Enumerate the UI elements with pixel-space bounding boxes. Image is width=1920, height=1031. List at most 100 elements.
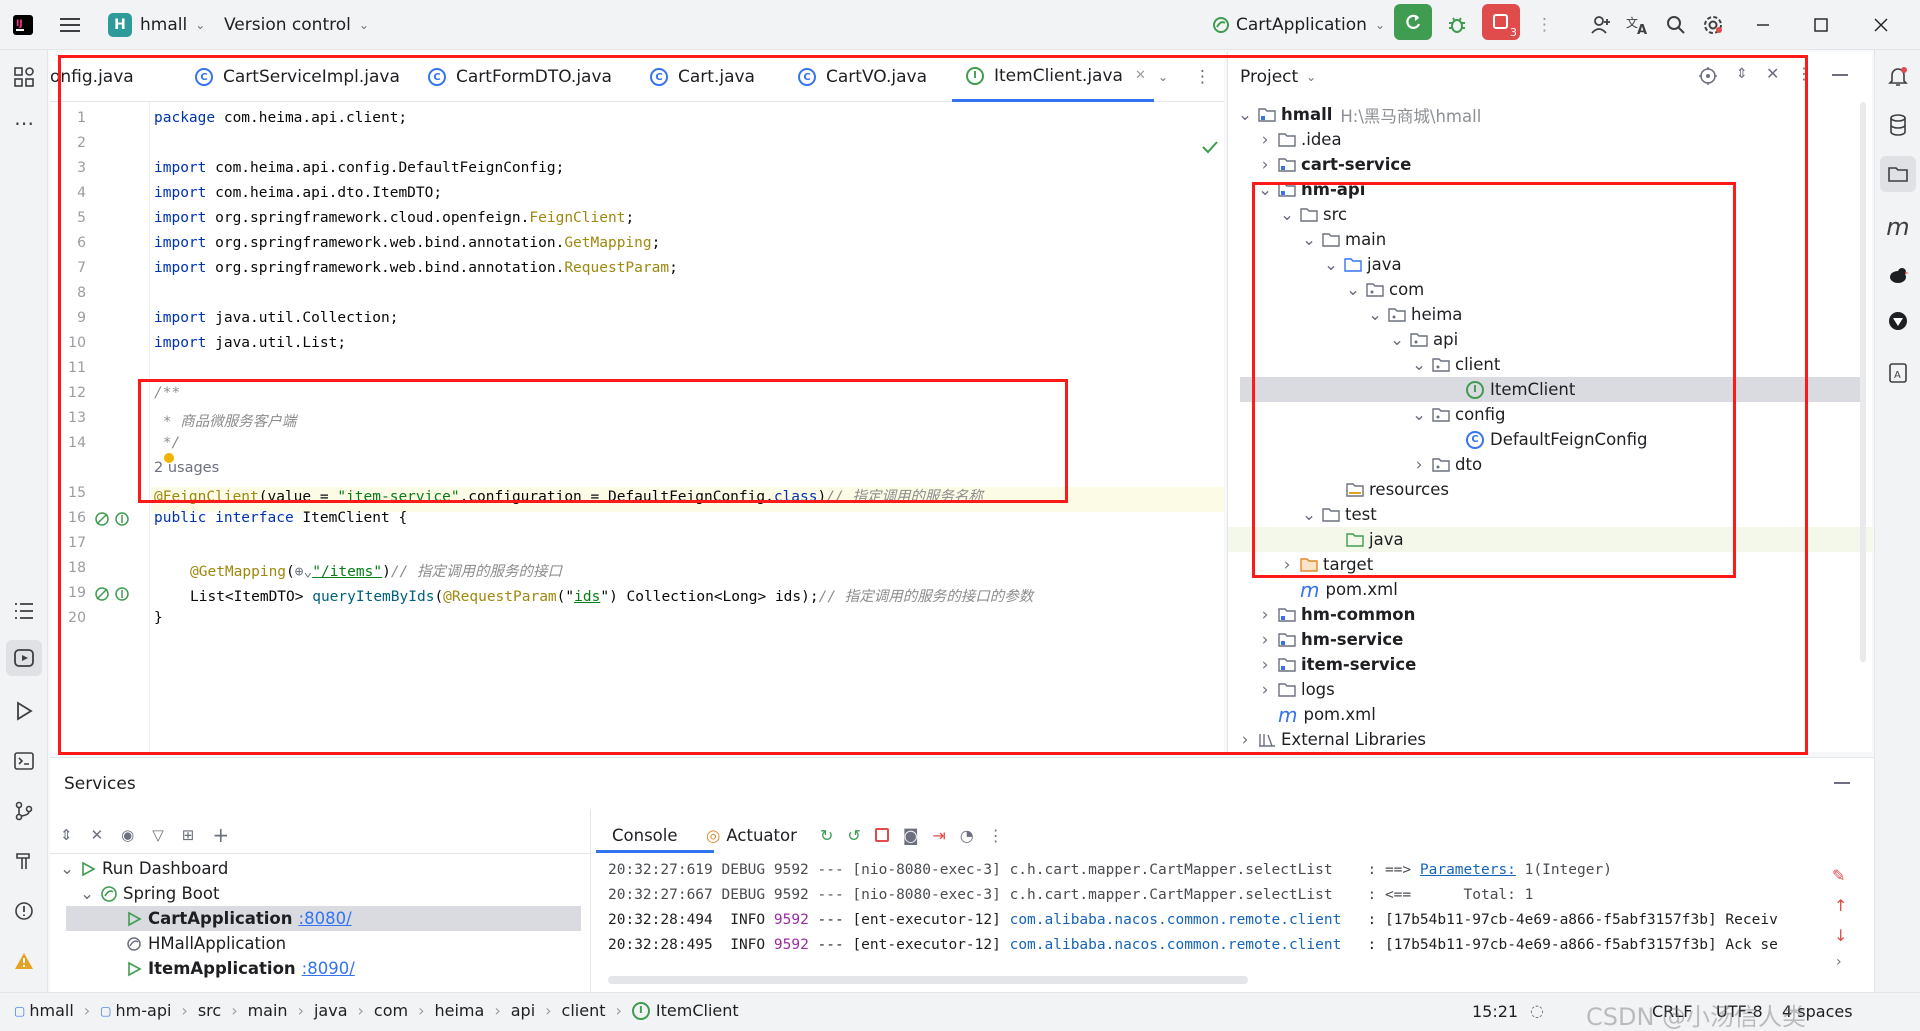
code-line-14[interactable]: */ <box>154 435 180 451</box>
tree-node-external-libraries[interactable]: › External Libraries <box>1228 727 1873 752</box>
tree-node-idea[interactable]: › .idea <box>1228 127 1873 152</box>
breadcrumb-item[interactable]: src <box>198 1001 221 1020</box>
problems-icon[interactable] <box>11 898 37 924</box>
code-line-13[interactable]: * 商品微服务客户端 <box>154 410 296 431</box>
project-view-selector[interactable]: Project ⌄ <box>1240 64 1316 90</box>
more-console-actions-icon[interactable]: › <box>1836 954 1842 970</box>
close-panel-icon[interactable]: ✕ <box>1766 64 1779 83</box>
tree-node-com[interactable]: ⌄ com <box>1228 277 1873 302</box>
lightbulb-icon[interactable] <box>164 453 174 463</box>
structure-icon[interactable] <box>11 64 37 90</box>
console-horizontal-scrollbar[interactable] <box>608 976 1248 984</box>
breadcrumb-item[interactable]: client <box>562 1001 606 1020</box>
tab-cart-form-dto[interactable]: C CartFormDTO.java <box>428 52 612 102</box>
vcs-menu[interactable]: Version control ⌄ <box>224 10 369 40</box>
breadcrumb-item[interactable]: hm-api <box>116 1001 172 1020</box>
settings-gear-icon[interactable] <box>1702 10 1724 40</box>
tab-default-feign-config[interactable]: onfig.java <box>50 52 134 102</box>
stop-button[interactable]: 3 <box>1482 4 1520 40</box>
tree-node-heima[interactable]: ⌄ heima <box>1228 302 1873 327</box>
camera-dump-icon[interactable]: ◙ <box>903 826 919 845</box>
panel-options-icon[interactable]: ⋮ <box>1796 64 1812 83</box>
tree-node-cart-service[interactable]: › cart-service <box>1228 152 1873 177</box>
code-line-15[interactable]: @FeignClient(value = "item-service",conf… <box>154 485 983 506</box>
tree-node-target[interactable]: › target <box>1228 552 1873 577</box>
code-line-10[interactable]: import java.util.List; <box>154 335 346 351</box>
service-cart-application[interactable]: CartApplication :8080/ <box>126 906 352 931</box>
new-group-icon[interactable]: ⊞ <box>182 826 195 844</box>
main-menu-icon[interactable] <box>60 10 80 40</box>
maven-icon[interactable]: m <box>1885 213 1911 241</box>
code-line-3[interactable]: import com.heima.api.config.DefaultFeign… <box>154 160 564 176</box>
service-run-dashboard[interactable]: ⌄ Run Dashboard <box>60 856 228 881</box>
database-icon[interactable] <box>1885 112 1911 138</box>
tabs-more-icon[interactable]: ⋮ <box>1194 52 1211 102</box>
translate-icon[interactable]: 文A <box>1626 10 1650 40</box>
code-line-16[interactable]: public interface ItemClient { <box>154 510 407 526</box>
implementation-gutter-icon[interactable] <box>114 511 130 527</box>
breadcrumb-item[interactable]: api <box>511 1001 535 1020</box>
ai-status-icon[interactable]: ◌ <box>1530 1001 1544 1020</box>
tree-node-resources[interactable]: resources <box>1228 477 1873 502</box>
warning-icon[interactable] <box>11 948 37 974</box>
web-endpoint-gutter-icon[interactable] <box>94 586 110 602</box>
breadcrumb-item[interactable]: java <box>314 1001 348 1020</box>
usages-hint[interactable]: 2 usages <box>154 460 219 476</box>
add-user-icon[interactable] <box>1590 10 1612 40</box>
codeium-icon[interactable] <box>1885 308 1911 334</box>
tree-node-hm-common[interactable]: › hm-common <box>1228 602 1873 627</box>
code-line-6[interactable]: import org.springframework.web.bind.anno… <box>154 235 660 251</box>
filter-icon[interactable]: ▽ <box>152 826 164 844</box>
rerun-icon[interactable]: ↻ <box>820 826 833 845</box>
tree-node-hm-service[interactable]: › hm-service <box>1228 627 1873 652</box>
ai-assistant-icon[interactable]: A <box>1885 360 1911 386</box>
git-icon[interactable] <box>11 798 37 824</box>
tree-node-item-client[interactable]: I ItemClient <box>1240 377 1860 402</box>
more-icon[interactable]: ⋮ <box>988 826 1004 845</box>
tree-node-test-java[interactable]: java <box>1228 527 1873 552</box>
tree-node-client[interactable]: ⌄ client <box>1228 352 1873 377</box>
tabs-dropdown-icon[interactable]: ⌄ <box>1158 52 1168 102</box>
breadcrumb-item[interactable]: hmall <box>29 1001 73 1020</box>
code-line-12[interactable]: /** <box>154 385 180 401</box>
code-line-18[interactable]: @GetMapping(⊕⌄"/items")// 指定调用的服务的接口 <box>190 560 562 581</box>
run-config-selector[interactable]: CartApplication ⌄ <box>1212 10 1385 40</box>
show-eye-icon[interactable]: ◉ <box>121 826 134 844</box>
tab-cart-service-impl[interactable]: C CartServiceImpl.java <box>195 52 400 102</box>
tree-node-src[interactable]: ⌄ src <box>1228 202 1873 227</box>
search-icon[interactable] <box>1666 10 1686 40</box>
terminal-icon[interactable] <box>11 748 37 774</box>
breadcrumb-item[interactable]: main <box>248 1001 288 1020</box>
breadcrumb-item[interactable]: ItemClient <box>656 1001 739 1020</box>
code-line-9[interactable]: import java.util.Collection; <box>154 310 398 326</box>
project-scrollbar[interactable] <box>1860 102 1866 662</box>
globe-icon[interactable]: ⊕⌄ <box>295 564 312 580</box>
maximize-icon[interactable] <box>1814 10 1828 40</box>
code-line-5[interactable]: import org.springframework.cloud.openfei… <box>154 210 634 226</box>
more-actions-icon[interactable]: ⋮ <box>1536 10 1553 40</box>
minimize-icon[interactable] <box>1756 10 1770 40</box>
tree-node-api[interactable]: ⌄ api <box>1228 327 1873 352</box>
services-tool-icon[interactable] <box>6 640 42 676</box>
scroll-down-icon[interactable]: ↓ <box>1834 926 1847 945</box>
restart-debug-icon[interactable]: ↺ <box>847 826 860 845</box>
collapse-all-icon[interactable]: ✕ <box>91 826 104 844</box>
tree-node-pom-root[interactable]: m pom.xml <box>1228 702 1873 727</box>
export-icon[interactable]: ⇥ <box>932 826 945 845</box>
tab-item-client[interactable]: I ItemClient.java ✕ <box>952 52 1154 102</box>
notifications-bell-icon[interactable] <box>1885 64 1911 90</box>
clear-console-icon[interactable]: ✎ <box>1832 866 1845 885</box>
tab-cart[interactable]: C Cart.java <box>650 52 755 102</box>
code-line-1[interactable]: package com.heima.api.client; <box>154 110 407 126</box>
close-tab-icon[interactable]: ✕ <box>1135 68 1146 83</box>
tree-node-test[interactable]: ⌄ test <box>1228 502 1873 527</box>
tab-cart-vo[interactable]: C CartVO.java <box>798 52 927 102</box>
scroll-up-icon[interactable]: ↑ <box>1834 896 1847 915</box>
tree-node-pom-hm-api[interactable]: m pom.xml <box>1228 577 1873 602</box>
project-switcher[interactable]: H hmall ⌄ <box>108 10 205 40</box>
implementation-gutter-icon[interactable] <box>114 586 130 602</box>
tree-node-java[interactable]: ⌄ java <box>1228 252 1873 277</box>
tree-node-main[interactable]: ⌄ main <box>1228 227 1873 252</box>
expand-all-icon[interactable]: ⇕ <box>60 826 73 844</box>
stop-icon[interactable] <box>874 828 889 842</box>
